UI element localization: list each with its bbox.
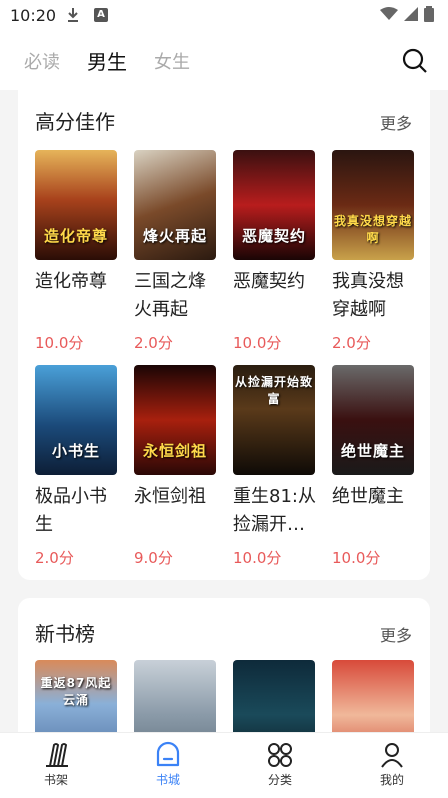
book-score: 9.0分 (134, 549, 173, 567)
tab-female[interactable]: 女生 (154, 48, 190, 74)
download-icon (68, 8, 78, 22)
book-title: 我真没想穿越啊 (332, 271, 404, 320)
book-cover: 永恒剑祖 (134, 365, 216, 475)
book-score: 10.0分 (332, 549, 381, 567)
book-title: 造化帝尊 (35, 271, 107, 292)
book-item[interactable]: 小书生 极品小书生 2.0分 (35, 365, 117, 568)
section-high-score: 高分佳作 更多 造化帝尊 造化帝尊 10.0分 烽火再起 三国之烽火再起 2.0… (18, 86, 430, 580)
book-cover: 造化帝尊 (35, 150, 117, 260)
book-item[interactable]: 我真没想穿越啊 我真没想穿越啊 2.0分 (332, 150, 414, 353)
book-item[interactable]: 绝世魔主 绝世魔主 10.0分 (332, 365, 414, 568)
book-title: 恶魔契约 (233, 271, 305, 292)
book-score: 2.0分 (134, 334, 173, 352)
profile-icon (381, 743, 403, 768)
nav-bookstore[interactable]: 书城 (138, 741, 198, 788)
section-title: 高分佳作 (35, 110, 115, 134)
category-icon (268, 743, 292, 767)
signal-icon (404, 7, 418, 21)
book-title: 绝世魔主 (332, 486, 404, 507)
book-score: 10.0分 (35, 334, 84, 352)
bookshelf-icon (46, 743, 68, 767)
book-item[interactable]: 从捡漏开始致富 重生81:从捡漏开… 10.0分 (233, 365, 316, 568)
status-time: 10:20 (10, 6, 57, 25)
book-cover: 小书生 (35, 365, 117, 475)
status-icons (380, 6, 434, 22)
book-cover: 我真没想穿越啊 (332, 150, 414, 260)
book-item[interactable]: 造化帝尊 造化帝尊 10.0分 (35, 150, 117, 353)
book-cover: 从捡漏开始致富 (233, 365, 315, 475)
book-title: 极品小书生 (35, 486, 107, 535)
more-link[interactable]: 更多 (380, 622, 412, 646)
book-item[interactable]: 烽火再起 三国之烽火再起 2.0分 (134, 150, 216, 353)
tab-must-read[interactable]: 必读 (24, 48, 60, 74)
bookstore-icon (156, 741, 180, 767)
section-title: 新书榜 (35, 622, 95, 646)
book-cover: 恶魔契约 (233, 150, 315, 260)
book-title: 重生81:从捡漏开… (233, 486, 316, 535)
more-link[interactable]: 更多 (380, 110, 412, 134)
book-item[interactable]: 恶魔契约 恶魔契约 10.0分 (233, 150, 315, 353)
app-notification-icon: A (94, 8, 108, 22)
nav-bookshelf[interactable]: 书架 (26, 741, 86, 788)
book-title: 永恒剑祖 (134, 486, 206, 507)
book-score: 2.0分 (35, 549, 74, 567)
book-score: 10.0分 (233, 549, 282, 567)
tab-male[interactable]: 男生 (87, 46, 127, 75)
nav-profile[interactable]: 我的 (362, 741, 422, 788)
book-cover: 绝世魔主 (332, 365, 414, 475)
top-tab-bar: 必读 男生 女生 (0, 32, 448, 90)
book-title: 三国之烽火再起 (134, 271, 206, 320)
wifi-icon (380, 7, 398, 20)
nav-category[interactable]: 分类 (250, 741, 310, 788)
book-cover: 烽火再起 (134, 150, 216, 260)
book-score: 2.0分 (332, 334, 371, 352)
book-score: 10.0分 (233, 334, 282, 352)
search-icon[interactable] (402, 48, 428, 74)
status-bar: 10:20 A (0, 0, 448, 32)
book-item[interactable]: 永恒剑祖 永恒剑祖 9.0分 (134, 365, 216, 568)
battery-icon (424, 6, 434, 22)
bottom-nav: 书架 书城 分类 我的 (0, 732, 448, 798)
